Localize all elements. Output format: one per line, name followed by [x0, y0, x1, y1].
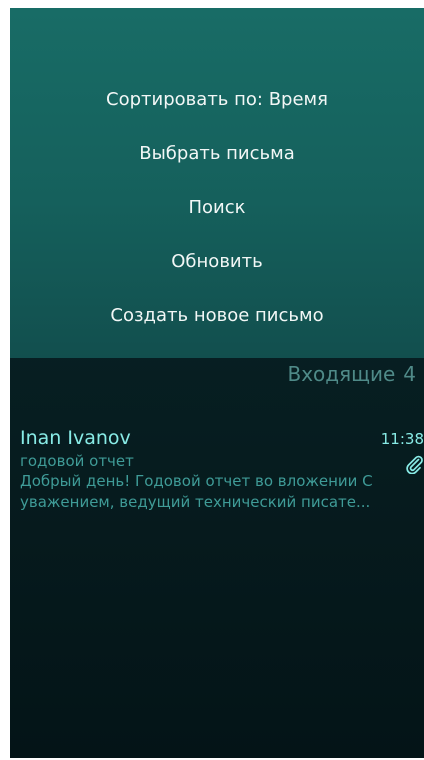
page-header: Входящие 4 [287, 360, 416, 388]
menu-item-select-mails[interactable]: Выбрать письма [10, 142, 424, 166]
menu-item-sort[interactable]: Сортировать по: Время [10, 88, 424, 112]
menu-item-search[interactable]: Поиск [10, 196, 424, 220]
message-preview-line: уважением, ведущий технический писате... [20, 493, 371, 511]
message-preview: Добрый день! Годовой отчет во вложении С… [20, 471, 424, 513]
list-item[interactable]: Inan Ivanov 11:38 годовой отчет Добрый д… [10, 424, 424, 524]
unread-count: 4 [403, 362, 416, 386]
pulley-menu: Сортировать по: Время Выбрать письма Пои… [10, 8, 424, 358]
menu-item-new-mail[interactable]: Создать новое письмо [10, 304, 424, 328]
message-sender: Inan Ivanov [20, 427, 131, 449]
menu-item-refresh[interactable]: Обновить [10, 250, 424, 274]
message-time: 11:38 [380, 430, 424, 448]
page-title: Входящие [287, 362, 396, 386]
message-preview-line: Добрый день! Годовой отчет во вложении С [20, 472, 373, 490]
mail-app-screen: Сортировать по: Время Выбрать письма Пои… [10, 8, 424, 758]
message-subject: годовой отчет [20, 452, 134, 470]
